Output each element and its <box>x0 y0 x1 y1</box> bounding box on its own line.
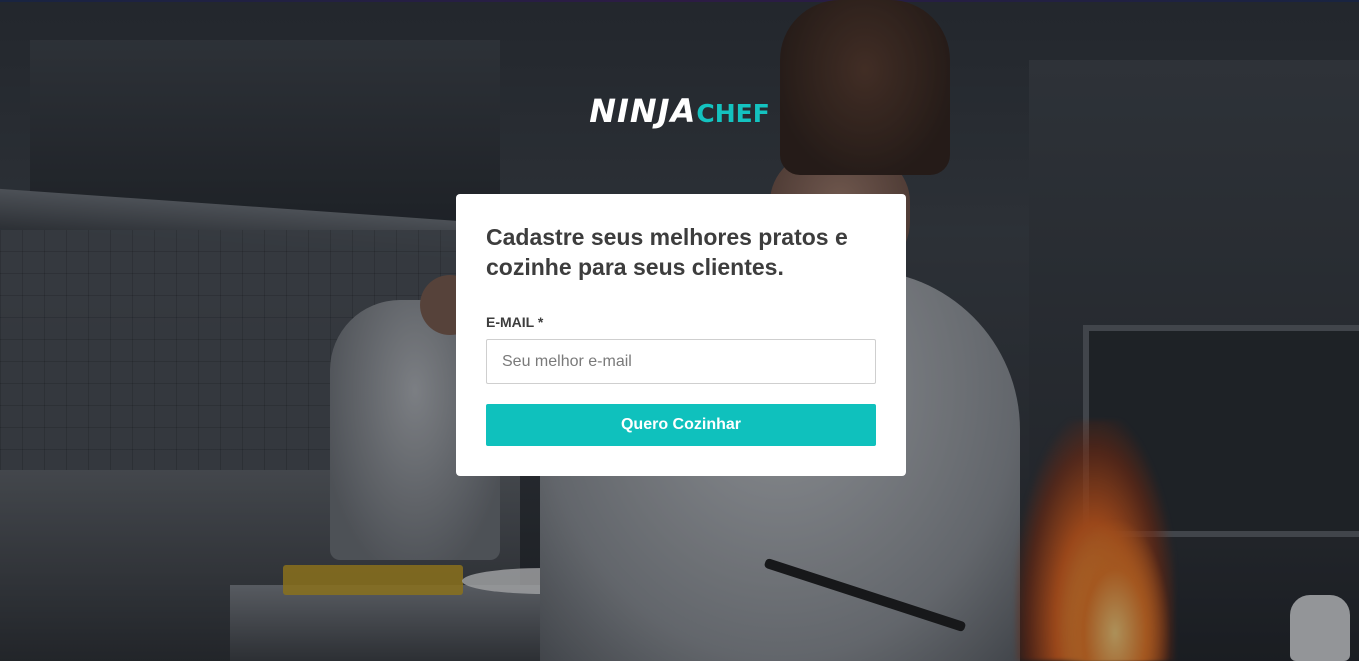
signup-title: Cadastre seus melhores pratos e cozinhe … <box>486 224 848 280</box>
email-label: E-MAIL * <box>486 314 544 330</box>
ninjachef-logo: NINJACHEF <box>0 88 1359 137</box>
logo-chef-text: CHEF <box>696 99 770 128</box>
logo-ninja-text: NINJA <box>589 92 697 130</box>
submit-button[interactable]: Quero Cozinhar <box>486 404 876 446</box>
signup-card: Cadastre seus melhores pratos e cozinhe … <box>456 194 906 476</box>
email-input[interactable] <box>486 339 876 384</box>
